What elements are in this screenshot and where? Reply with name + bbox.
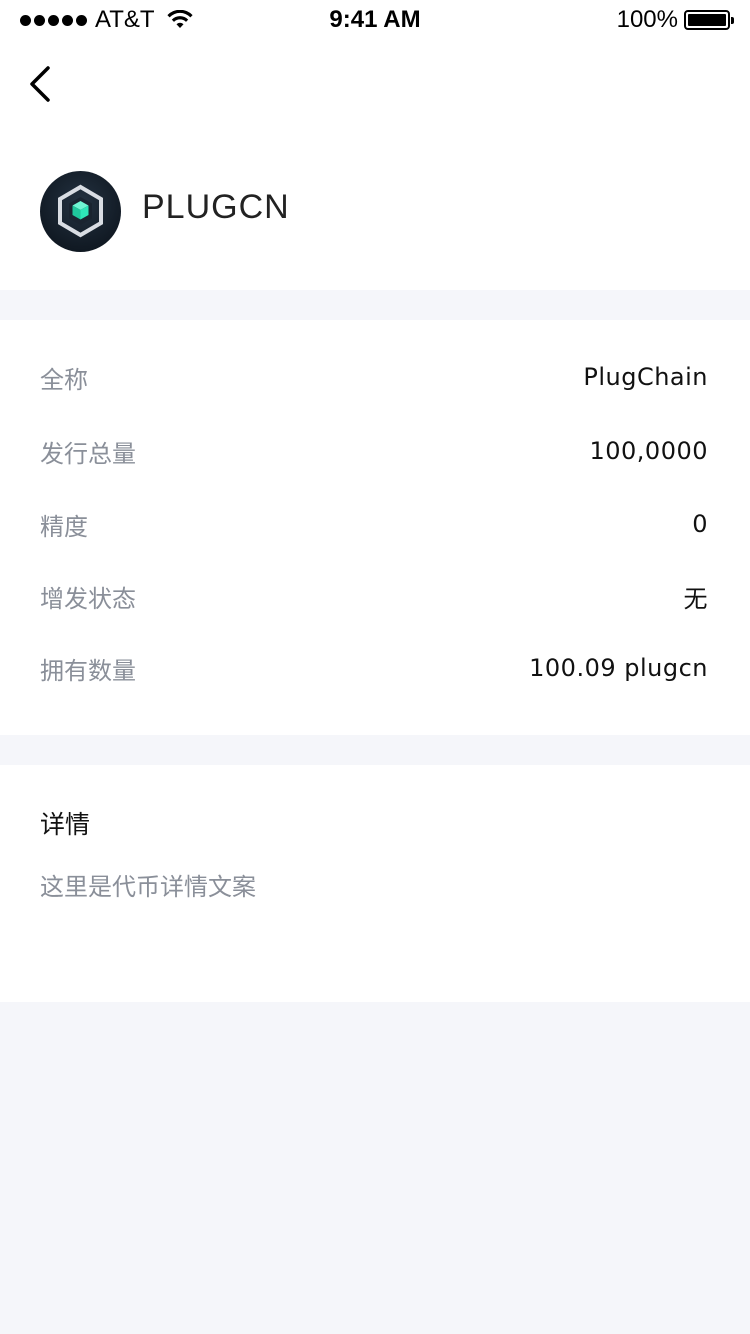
battery-icon: [684, 10, 734, 30]
info-value: PlugChain: [583, 363, 708, 391]
info-label: 精度: [40, 512, 88, 541]
battery-percentage: 100%: [616, 6, 678, 33]
token-info-card: 全称 PlugChain 发行总量 100,0000 精度 0 增发状态 无 拥…: [0, 320, 750, 735]
info-label: 拥有数量: [40, 656, 136, 685]
status-bar: AT&T 9:41 AM 100%: [0, 0, 750, 40]
details-card: 详情 这里是代币详情文案: [0, 765, 750, 1002]
info-row-precision: 精度 0: [40, 504, 708, 544]
token-logo: [40, 171, 121, 252]
info-row-total-supply: 发行总量 100,0000: [40, 431, 708, 471]
chevron-left-icon: [30, 66, 50, 102]
details-description: 这里是代币详情文案: [40, 873, 256, 901]
token-header: PLUGCN: [0, 40, 750, 290]
hexagon-cube-icon: [58, 184, 103, 238]
info-row-mint-status: 增发状态 无: [40, 576, 708, 616]
token-symbol: PLUGCN: [142, 188, 290, 226]
info-value: 0: [692, 510, 708, 538]
info-label: 增发状态: [40, 584, 136, 613]
info-value: 100.09 plugcn: [529, 654, 708, 682]
info-row-holdings: 拥有数量 100.09 plugcn: [40, 648, 708, 688]
status-bar-right: 100%: [616, 6, 734, 34]
back-button[interactable]: [24, 62, 64, 106]
info-value: 无: [683, 584, 708, 613]
info-label: 发行总量: [40, 439, 136, 468]
info-label: 全称: [40, 365, 88, 394]
info-value: 100,0000: [589, 437, 708, 465]
info-row-full-name: 全称 PlugChain: [40, 357, 708, 397]
details-title: 详情: [40, 810, 91, 839]
